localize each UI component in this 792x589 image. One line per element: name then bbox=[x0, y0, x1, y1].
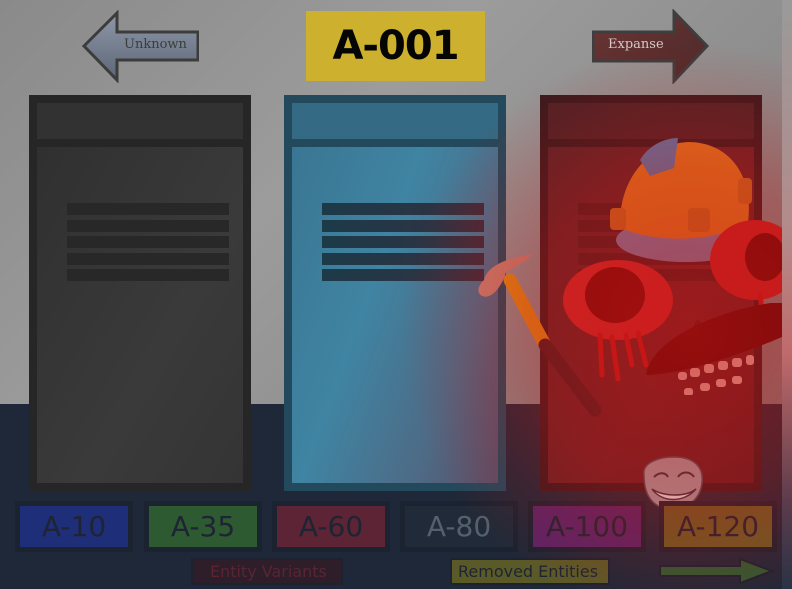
door-right[interactable] bbox=[540, 95, 762, 491]
next-section-label: Expanse bbox=[608, 37, 664, 52]
category-button-a120[interactable]: A-120 bbox=[659, 501, 777, 552]
prev-section-label: Unknown bbox=[124, 37, 187, 52]
scrollbar[interactable] bbox=[782, 0, 792, 589]
door-panel bbox=[37, 147, 243, 483]
entity-variants-label: Entity Variants bbox=[210, 562, 327, 581]
door-left[interactable] bbox=[29, 95, 251, 491]
entity-title-plate: A-001 bbox=[306, 11, 485, 81]
removed-entities-button[interactable]: Removed Entities bbox=[450, 558, 610, 585]
category-label: A-80 bbox=[426, 510, 492, 543]
door-panel bbox=[548, 147, 754, 483]
door-vent bbox=[578, 203, 740, 286]
door-window bbox=[37, 103, 243, 139]
category-label: A-10 bbox=[41, 510, 107, 543]
category-button-a80[interactable]: A-80 bbox=[400, 501, 518, 552]
category-button-a100[interactable]: A-100 bbox=[528, 501, 646, 552]
category-button-a60[interactable]: A-60 bbox=[272, 501, 390, 552]
next-page-button[interactable] bbox=[658, 557, 776, 585]
category-button-a10[interactable]: A-10 bbox=[15, 501, 133, 552]
door-middle[interactable] bbox=[284, 95, 506, 491]
category-label: A-35 bbox=[170, 510, 236, 543]
next-section-button[interactable]: Expanse bbox=[592, 9, 710, 84]
door-vent bbox=[67, 203, 229, 286]
game-stage: A-001 Unknown Expanse A-10 A-35 A-60 A-8… bbox=[0, 0, 782, 589]
door-vent bbox=[322, 203, 484, 286]
entity-variants-button[interactable]: Entity Variants bbox=[191, 558, 343, 585]
door-window bbox=[292, 103, 498, 139]
removed-entities-label: Removed Entities bbox=[458, 562, 599, 581]
category-label: A-120 bbox=[676, 510, 760, 543]
prev-section-button[interactable]: Unknown bbox=[81, 10, 199, 83]
door-window bbox=[548, 103, 754, 139]
category-label: A-100 bbox=[545, 510, 629, 543]
green-arrow-icon bbox=[659, 557, 775, 585]
door-panel bbox=[292, 147, 498, 483]
category-label: A-60 bbox=[298, 510, 364, 543]
entity-title: A-001 bbox=[332, 23, 459, 69]
category-button-a35[interactable]: A-35 bbox=[144, 501, 262, 552]
